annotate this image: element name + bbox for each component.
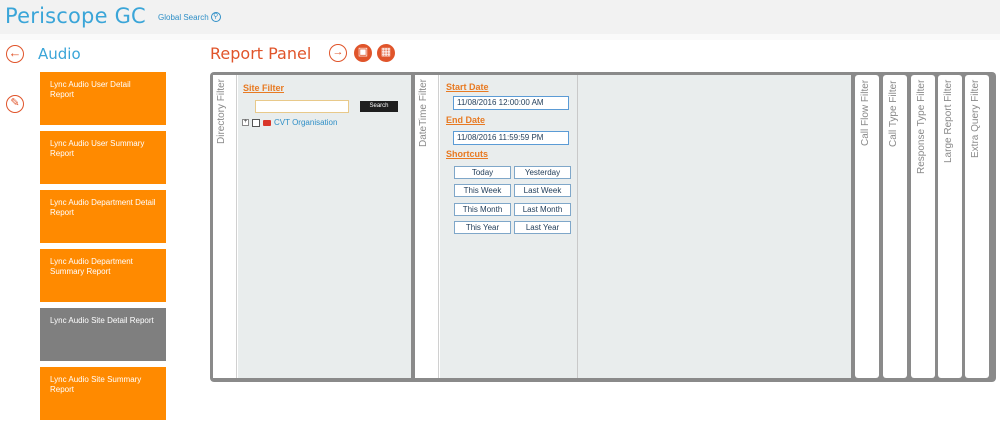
response-type-filter-tab[interactable]: Response Type Filter — [911, 75, 935, 378]
datetime-filter-content: Start Date 11/08/2016 12:00:00 AM End Da… — [440, 75, 851, 378]
end-date-field[interactable]: 11/08/2016 11:59:59 PM — [453, 131, 569, 145]
report-tile-site-detail[interactable]: Lync Audio Site Detail Report — [40, 308, 166, 361]
call-type-filter-label[interactable]: Call Type Filter — [888, 80, 899, 200]
report-tile-department-summary[interactable]: Lync Audio Department Summary Report — [40, 249, 166, 302]
large-report-filter-label[interactable]: Large Report Filter — [943, 80, 954, 200]
shortcut-this-week[interactable]: This Week — [454, 184, 511, 197]
arrow-right-icon[interactable]: → — [329, 44, 347, 62]
shortcuts-label[interactable]: Shortcuts — [446, 149, 488, 159]
report-tile-user-detail[interactable]: Lync Audio User Detail Report — [40, 72, 166, 125]
extra-query-filter-label[interactable]: Extra Query Filter — [970, 80, 981, 200]
report-tile-user-summary[interactable]: Lync Audio User Summary Report — [40, 131, 166, 184]
save-icon[interactable]: ▣ — [354, 44, 372, 62]
app-title: Periscope GC — [5, 4, 146, 28]
report-panel: Directory Filter Site Filter Search + CV… — [210, 72, 996, 382]
pencil-icon[interactable]: ✎ — [6, 95, 24, 113]
directory-filter-tab[interactable]: Directory Filter — [213, 75, 237, 378]
shortcut-today[interactable]: Today — [454, 166, 511, 179]
global-search-label[interactable]: Global Search — [158, 13, 209, 22]
directory-filter-label[interactable]: Directory Filter — [216, 79, 227, 169]
back-arrow-icon[interactable]: ← — [6, 45, 24, 63]
call-flow-filter-tab[interactable]: Call Flow Filter — [855, 75, 879, 378]
extra-query-filter-tab[interactable]: Extra Query Filter — [965, 75, 989, 378]
magnifier-icon[interactable]: ⚲ — [210, 12, 221, 22]
directory-filter-content: Site Filter Search + CVT Organisation — [238, 75, 411, 378]
expand-icon[interactable]: + — [242, 119, 249, 126]
response-type-filter-label[interactable]: Response Type Filter — [916, 80, 927, 200]
shortcut-last-year[interactable]: Last Year — [514, 221, 571, 234]
report-tile-department-detail[interactable]: Lync Audio Department Detail Report — [40, 190, 166, 243]
top-bar: Periscope GC Global Search ⚲ — [0, 0, 1000, 34]
organisation-icon — [263, 119, 271, 126]
site-search-input[interactable] — [255, 100, 349, 113]
shortcut-last-week[interactable]: Last Week — [514, 184, 571, 197]
start-date-label[interactable]: Start Date — [446, 82, 489, 92]
start-date-field[interactable]: 11/08/2016 12:00:00 AM — [453, 96, 569, 110]
shortcut-this-month[interactable]: This Month — [454, 203, 511, 216]
directory-filter-section: Directory Filter Site Filter Search + CV… — [213, 75, 411, 378]
global-search-link[interactable]: Global Search ⚲ — [158, 12, 221, 22]
large-report-filter-tab[interactable]: Large Report Filter — [938, 75, 962, 378]
datetime-filter-section: DateTime Filter Start Date 11/08/2016 12… — [415, 75, 851, 378]
tree-root-row: + CVT Organisation — [242, 118, 337, 127]
header-divider — [0, 34, 1000, 40]
report-list: Lync Audio User Detail Report Lync Audio… — [40, 72, 166, 426]
shortcut-last-month[interactable]: Last Month — [514, 203, 571, 216]
tree-checkbox[interactable] — [252, 118, 260, 127]
panel-title: Report Panel — [210, 44, 312, 63]
site-filter-label[interactable]: Site Filter — [243, 83, 284, 93]
call-flow-filter-label[interactable]: Call Flow Filter — [860, 80, 871, 200]
tree-root-label[interactable]: CVT Organisation — [274, 118, 337, 127]
search-button[interactable]: Search — [360, 101, 398, 112]
call-type-filter-tab[interactable]: Call Type Filter — [883, 75, 907, 378]
datetime-filter-label[interactable]: DateTime Filter — [418, 79, 429, 169]
datetime-blank-area — [578, 75, 851, 378]
report-tile-site-summary[interactable]: Lync Audio Site Summary Report — [40, 367, 166, 420]
datetime-filter-tab[interactable]: DateTime Filter — [415, 75, 439, 378]
section-title: Audio — [38, 45, 81, 63]
shortcut-yesterday[interactable]: Yesterday — [514, 166, 571, 179]
calendar-icon[interactable]: ▦ — [377, 44, 395, 62]
end-date-label[interactable]: End Date — [446, 115, 485, 125]
shortcut-this-year[interactable]: This Year — [454, 221, 511, 234]
